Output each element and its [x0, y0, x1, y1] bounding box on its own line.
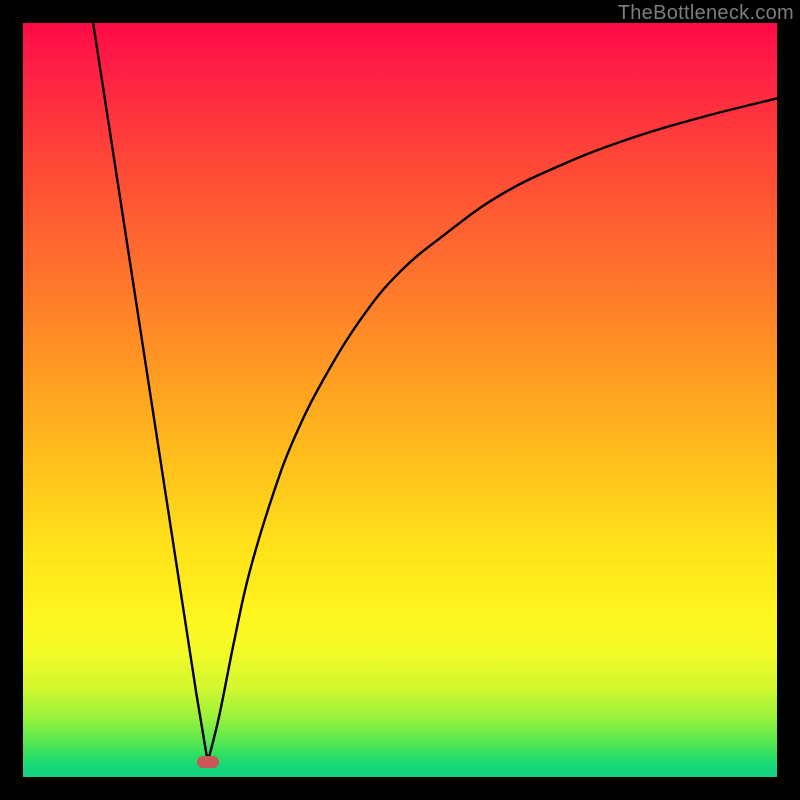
- bottleneck-curve: [93, 23, 777, 762]
- chart-frame: TheBottleneck.com: [0, 0, 800, 800]
- minimum-marker: [197, 756, 219, 768]
- curve-layer: [23, 23, 777, 777]
- watermark-text: TheBottleneck.com: [618, 2, 794, 25]
- plot-area: [23, 23, 777, 777]
